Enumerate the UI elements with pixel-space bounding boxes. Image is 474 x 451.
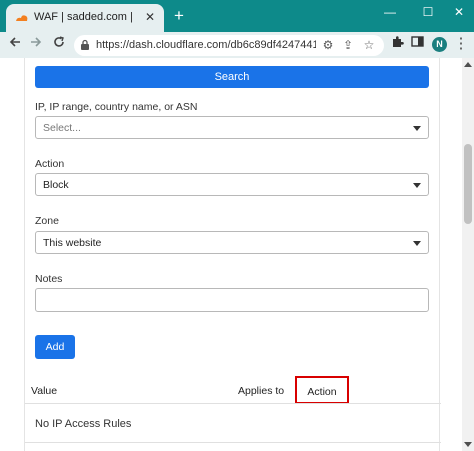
more-menu-icon[interactable]: ⋮ bbox=[452, 35, 470, 53]
address-bar[interactable]: https://dash.cloudflare.com/db6c89df4247… bbox=[74, 35, 384, 56]
column-header-value[interactable]: Value bbox=[31, 385, 57, 397]
browser-tab[interactable]: WAF | sadded.com | ✕ bbox=[6, 4, 164, 32]
browser-toolbar: https://dash.cloudflare.com/db6c89df4247… bbox=[0, 32, 474, 58]
zone-select-value: This website bbox=[43, 237, 102, 249]
tab-title: WAF | sadded.com | bbox=[34, 11, 133, 23]
forward-arrow-icon[interactable] bbox=[27, 35, 45, 53]
ip-select-placeholder: Select... bbox=[43, 122, 81, 134]
table-divider bbox=[25, 442, 441, 443]
chevron-down-icon bbox=[413, 241, 421, 246]
scroll-up-arrow-icon[interactable] bbox=[464, 61, 472, 67]
action-select[interactable]: Block bbox=[35, 173, 429, 196]
column-header-action-highlight[interactable]: Action bbox=[295, 376, 349, 404]
lock-icon[interactable] bbox=[80, 39, 90, 51]
empty-table-message: No IP Access Rules bbox=[35, 418, 132, 430]
new-tab-button[interactable]: + bbox=[174, 7, 184, 24]
add-button[interactable]: Add bbox=[35, 335, 75, 359]
action-select-value: Block bbox=[43, 179, 69, 191]
rules-table-header: Value Applies to Action bbox=[25, 376, 441, 406]
column-header-applies-to[interactable]: Applies to bbox=[238, 385, 284, 397]
url-text[interactable]: https://dash.cloudflare.com/db6c89df4247… bbox=[96, 39, 316, 51]
cloudflare-favicon-icon bbox=[16, 15, 28, 21]
maximize-button[interactable]: ☐ bbox=[418, 4, 438, 20]
page-scrollbar[interactable] bbox=[462, 58, 474, 451]
chevron-down-icon bbox=[413, 126, 421, 131]
share-icon[interactable]: ⇪ bbox=[340, 37, 356, 53]
minimize-button[interactable]: — bbox=[380, 4, 400, 20]
zone-field-label: Zone bbox=[35, 215, 59, 227]
chevron-down-icon bbox=[413, 183, 421, 188]
column-header-action: Action bbox=[307, 386, 337, 398]
tab-close-icon[interactable]: ✕ bbox=[145, 11, 155, 23]
close-window-button[interactable]: ✕ bbox=[449, 4, 469, 20]
extensions-puzzle-icon[interactable] bbox=[388, 35, 406, 53]
tab-strip: WAF | sadded.com | ✕ + — ☐ ✕ bbox=[0, 0, 474, 32]
reload-icon[interactable] bbox=[50, 35, 68, 53]
table-divider bbox=[25, 403, 441, 404]
scroll-down-arrow-icon[interactable] bbox=[464, 442, 472, 448]
ip-field-label: IP, IP range, country name, or ASN bbox=[35, 101, 198, 113]
action-field-label: Action bbox=[35, 158, 65, 170]
scrollbar-thumb[interactable] bbox=[464, 144, 472, 224]
ip-select[interactable]: Select... bbox=[35, 116, 429, 139]
notes-field-label: Notes bbox=[35, 273, 63, 285]
profile-avatar[interactable]: N bbox=[432, 37, 447, 52]
search-button[interactable]: Search bbox=[35, 66, 429, 88]
back-arrow-icon[interactable] bbox=[6, 35, 24, 53]
zone-select[interactable]: This website bbox=[35, 231, 429, 254]
sidebar-panel-icon[interactable] bbox=[408, 35, 426, 53]
bookmark-star-icon[interactable]: ☆ bbox=[361, 37, 377, 53]
page-viewport: Search IP, IP range, country name, or AS… bbox=[0, 58, 474, 451]
site-settings-icon[interactable]: ⚙ bbox=[320, 37, 336, 53]
notes-input[interactable] bbox=[35, 288, 429, 312]
ip-access-rules-panel: Search IP, IP range, country name, or AS… bbox=[24, 58, 441, 451]
